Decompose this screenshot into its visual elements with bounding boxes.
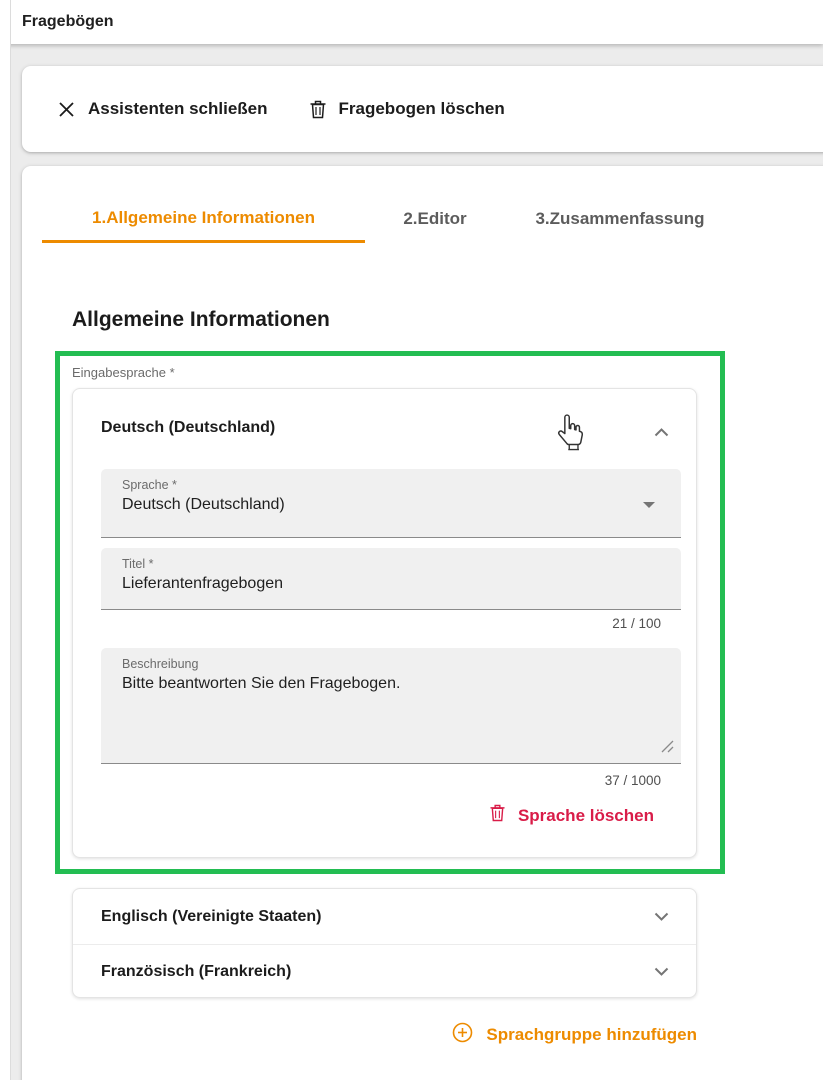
title-input-value: Lieferantenfragebogen [122,575,665,593]
close-wizard-label: Assistenten schließen [88,99,268,119]
page-title: Fragebögen [22,13,114,31]
delete-language-button[interactable]: Sprache löschen [490,804,654,827]
description-textarea[interactable]: Beschreibung Bitte beantworten Sie den F… [101,648,681,764]
language-select[interactable]: Sprache * Deutsch (Deutschland) [101,469,681,538]
language-panel-title: Englisch (Vereinigte Staaten) [101,908,654,926]
section-heading: Allgemeine Informationen [72,308,330,332]
trash-icon-red [490,804,505,827]
trash-icon [310,100,326,119]
add-language-group-row: Sprachgruppe hinzufügen [72,1022,697,1048]
chevron-down-icon[interactable] [654,908,669,926]
close-icon [58,101,75,118]
wizard-content-card: 1.Allgemeine Informationen 2.Editor 3.Zu… [22,166,823,1080]
title-input-label: Titel * [122,557,665,571]
language-panel-german: Deutsch (Deutschland) Sprache * Deutsch … [72,388,697,858]
description-char-counter: 37 / 1000 [101,773,661,788]
wizard-toolbar: Assistenten schließen Fragebogen löschen [22,66,823,152]
language-panel-english[interactable]: Englisch (Vereinigte Staaten) [73,889,696,944]
chevron-down-icon[interactable] [654,963,669,981]
language-select-value: Deutsch (Deutschland) [122,496,665,514]
tab-editor[interactable]: 2.Editor [390,195,480,243]
delete-language-label: Sprache löschen [518,806,654,826]
delete-questionnaire-label: Fragebogen löschen [339,99,505,119]
language-panel-french[interactable]: Französisch (Frankreich) [73,944,696,999]
description-label: Beschreibung [122,657,665,671]
input-language-highlight-box: Eingabesprache * Deutsch (Deutschland) S… [55,351,725,874]
description-value: Bitte beantworten Sie den Fragebogen. [122,675,665,693]
title-char-counter: 21 / 100 [101,616,661,631]
collapsed-side-rail [0,0,11,1080]
close-wizard-button[interactable]: Assistenten schließen [58,99,268,119]
dropdown-arrow-icon[interactable] [643,502,655,508]
app-header: Fragebögen [0,0,823,44]
tab-general-information[interactable]: 1.Allgemeine Informationen [42,195,365,243]
delete-questionnaire-button[interactable]: Fragebogen löschen [310,99,505,119]
tab-summary[interactable]: 3.Zusammenfassung [523,195,717,243]
chevron-up-icon[interactable] [654,424,669,442]
language-select-label: Sprache * [122,478,665,492]
language-panel-title[interactable]: Deutsch (Deutschland) [101,419,275,437]
add-language-group-label: Sprachgruppe hinzufügen [486,1025,697,1045]
collapsed-language-panels: Englisch (Vereinigte Staaten) Französisc… [72,888,697,998]
resize-grip-icon[interactable] [661,740,674,758]
add-language-group-button[interactable]: Sprachgruppe hinzufügen [452,1022,697,1048]
language-panel-title: Französisch (Frankreich) [101,963,654,981]
plus-circle-icon [452,1022,473,1048]
wizard-step-tabs: 1.Allgemeine Informationen 2.Editor 3.Zu… [42,195,717,243]
title-input[interactable]: Titel * Lieferantenfragebogen [101,548,681,610]
input-language-label: Eingabesprache * [72,365,175,380]
